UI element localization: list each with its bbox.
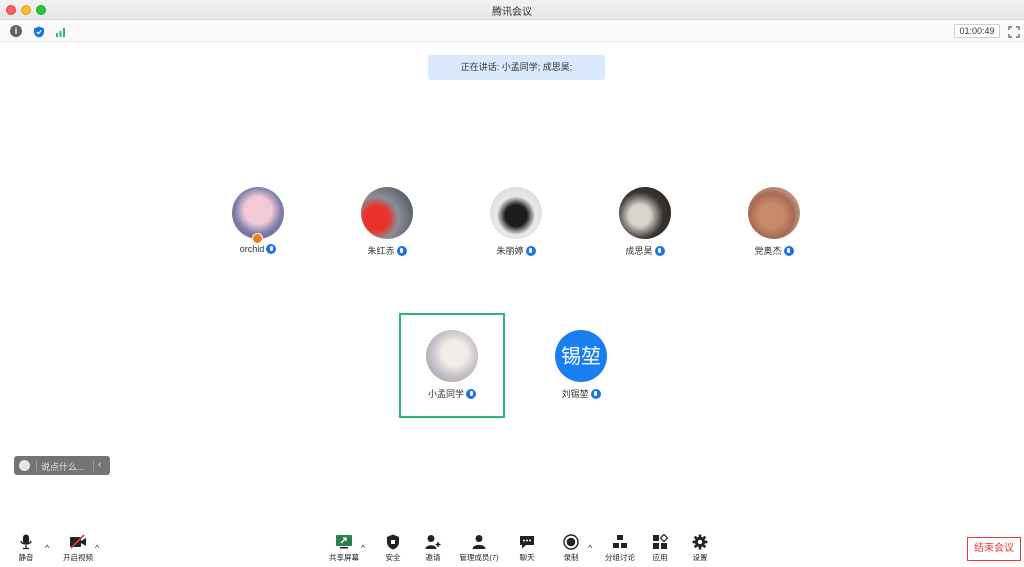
microphone-icon <box>654 245 665 256</box>
share-options-caret[interactable]: ^ <box>361 543 365 553</box>
share-screen-label: 共享屏幕 <box>329 553 359 562</box>
microphone-icon <box>466 388 476 399</box>
participant-name: 成思昊 <box>625 246 653 256</box>
add-user-icon <box>425 535 441 549</box>
microphone-icon <box>266 244 277 254</box>
breakout-rooms-button[interactable]: 分组讨论 <box>600 534 640 563</box>
quick-chat-bar[interactable]: 说点什么... ‹ <box>14 456 110 475</box>
mute-button[interactable]: 静音 <box>6 534 46 563</box>
participant-name: 党奥杰 <box>754 246 782 256</box>
record-label: 录制 <box>563 553 579 562</box>
chat-input[interactable]: 说点什么... <box>41 460 85 473</box>
video-off-icon <box>70 534 86 549</box>
avatar <box>619 187 671 239</box>
participant-tile[interactable]: 小孟同学 <box>392 330 512 400</box>
record-icon <box>563 534 579 550</box>
collapse-icon[interactable]: ‹ <box>98 459 101 470</box>
manage-members-button[interactable]: 管理成员(7) <box>456 534 502 563</box>
participant-tile[interactable]: 朱丽婷 <box>456 187 576 257</box>
participant-name: 刘锡堃 <box>561 389 589 399</box>
apps-label: 应用 <box>652 553 668 562</box>
avatar <box>748 187 800 239</box>
info-icon[interactable]: i <box>10 25 22 37</box>
settings-button[interactable]: 设置 <box>680 534 720 563</box>
participant-name: 小孟同学 <box>427 389 464 399</box>
fullscreen-icon[interactable] <box>1008 25 1020 38</box>
mute-options-caret[interactable]: ^ <box>45 543 49 553</box>
video-options-caret[interactable]: ^ <box>95 543 99 553</box>
apps-icon <box>653 534 668 549</box>
meeting-window: 腾讯会议 i 01:00:49 正在讲话: 小孟同学; 成思昊; orchid … <box>0 0 1024 567</box>
divider <box>93 460 94 471</box>
divider <box>36 460 37 471</box>
breakout-icon <box>613 535 627 548</box>
security-button[interactable]: 安全 <box>373 534 413 563</box>
participant-tile[interactable]: 党奥杰 <box>714 187 834 257</box>
microphone-icon <box>783 245 794 256</box>
invite-label: 邀请 <box>425 553 441 562</box>
participant-tile[interactable]: 朱红赤 <box>327 187 447 257</box>
members-icon <box>472 535 486 549</box>
record-options-caret[interactable]: ^ <box>588 543 592 553</box>
emoji-icon[interactable] <box>19 460 30 471</box>
microphone-icon <box>590 388 601 399</box>
microphone-icon <box>396 245 407 256</box>
meeting-timer: 01:00:49 <box>954 24 1000 38</box>
shield-icon <box>387 534 399 550</box>
end-meeting-button[interactable]: 结束会议 <box>967 537 1021 561</box>
microphone-icon <box>20 534 32 550</box>
participant-name: 朱丽婷 <box>496 246 524 256</box>
meeting-info-strip: i 01:00:49 <box>0 20 1024 42</box>
shield-icon[interactable] <box>33 25 45 38</box>
gear-icon <box>692 534 708 550</box>
title-bar: 腾讯会议 <box>0 0 1024 20</box>
share-screen-button[interactable]: 共享屏幕 <box>324 534 364 563</box>
manage-members-label: 管理成员(7) <box>459 553 499 562</box>
host-icon <box>252 233 263 244</box>
speaking-indicator: 正在讲话: 小孟同学; 成思昊; <box>428 55 605 80</box>
participant-name: 朱红赤 <box>367 246 395 256</box>
bottom-toolbar: 静音 ^ 开启视频 ^ 共享屏幕 ^ 安全 邀请 管理成员(7) 聊天 录制 ^… <box>0 528 1024 567</box>
participant-tile[interactable]: 成思昊 <box>585 187 705 257</box>
breakout-label: 分组讨论 <box>605 553 635 562</box>
participant-name: orchid <box>239 244 265 254</box>
avatar: 锡堃 <box>555 330 607 382</box>
settings-label: 设置 <box>692 553 708 562</box>
mute-label: 静音 <box>18 553 34 562</box>
start-video-button[interactable]: 开启视频 <box>58 534 98 563</box>
avatar <box>232 187 284 239</box>
chat-label: 聊天 <box>519 553 535 562</box>
apps-button[interactable]: 应用 <box>640 534 680 563</box>
share-screen-icon <box>336 535 352 549</box>
avatar <box>361 187 413 239</box>
window-title: 腾讯会议 <box>492 7 532 18</box>
security-label: 安全 <box>385 553 401 562</box>
record-button[interactable]: 录制 <box>551 534 591 563</box>
chat-icon <box>520 536 534 549</box>
invite-button[interactable]: 邀请 <box>413 534 453 563</box>
avatar <box>426 330 478 382</box>
microphone-icon <box>525 245 536 256</box>
start-video-label: 开启视频 <box>63 553 93 562</box>
signal-icon[interactable] <box>55 25 67 37</box>
avatar <box>490 187 542 239</box>
participant-tile[interactable]: 锡堃 刘锡堃 <box>521 330 641 400</box>
chat-button[interactable]: 聊天 <box>507 534 547 563</box>
